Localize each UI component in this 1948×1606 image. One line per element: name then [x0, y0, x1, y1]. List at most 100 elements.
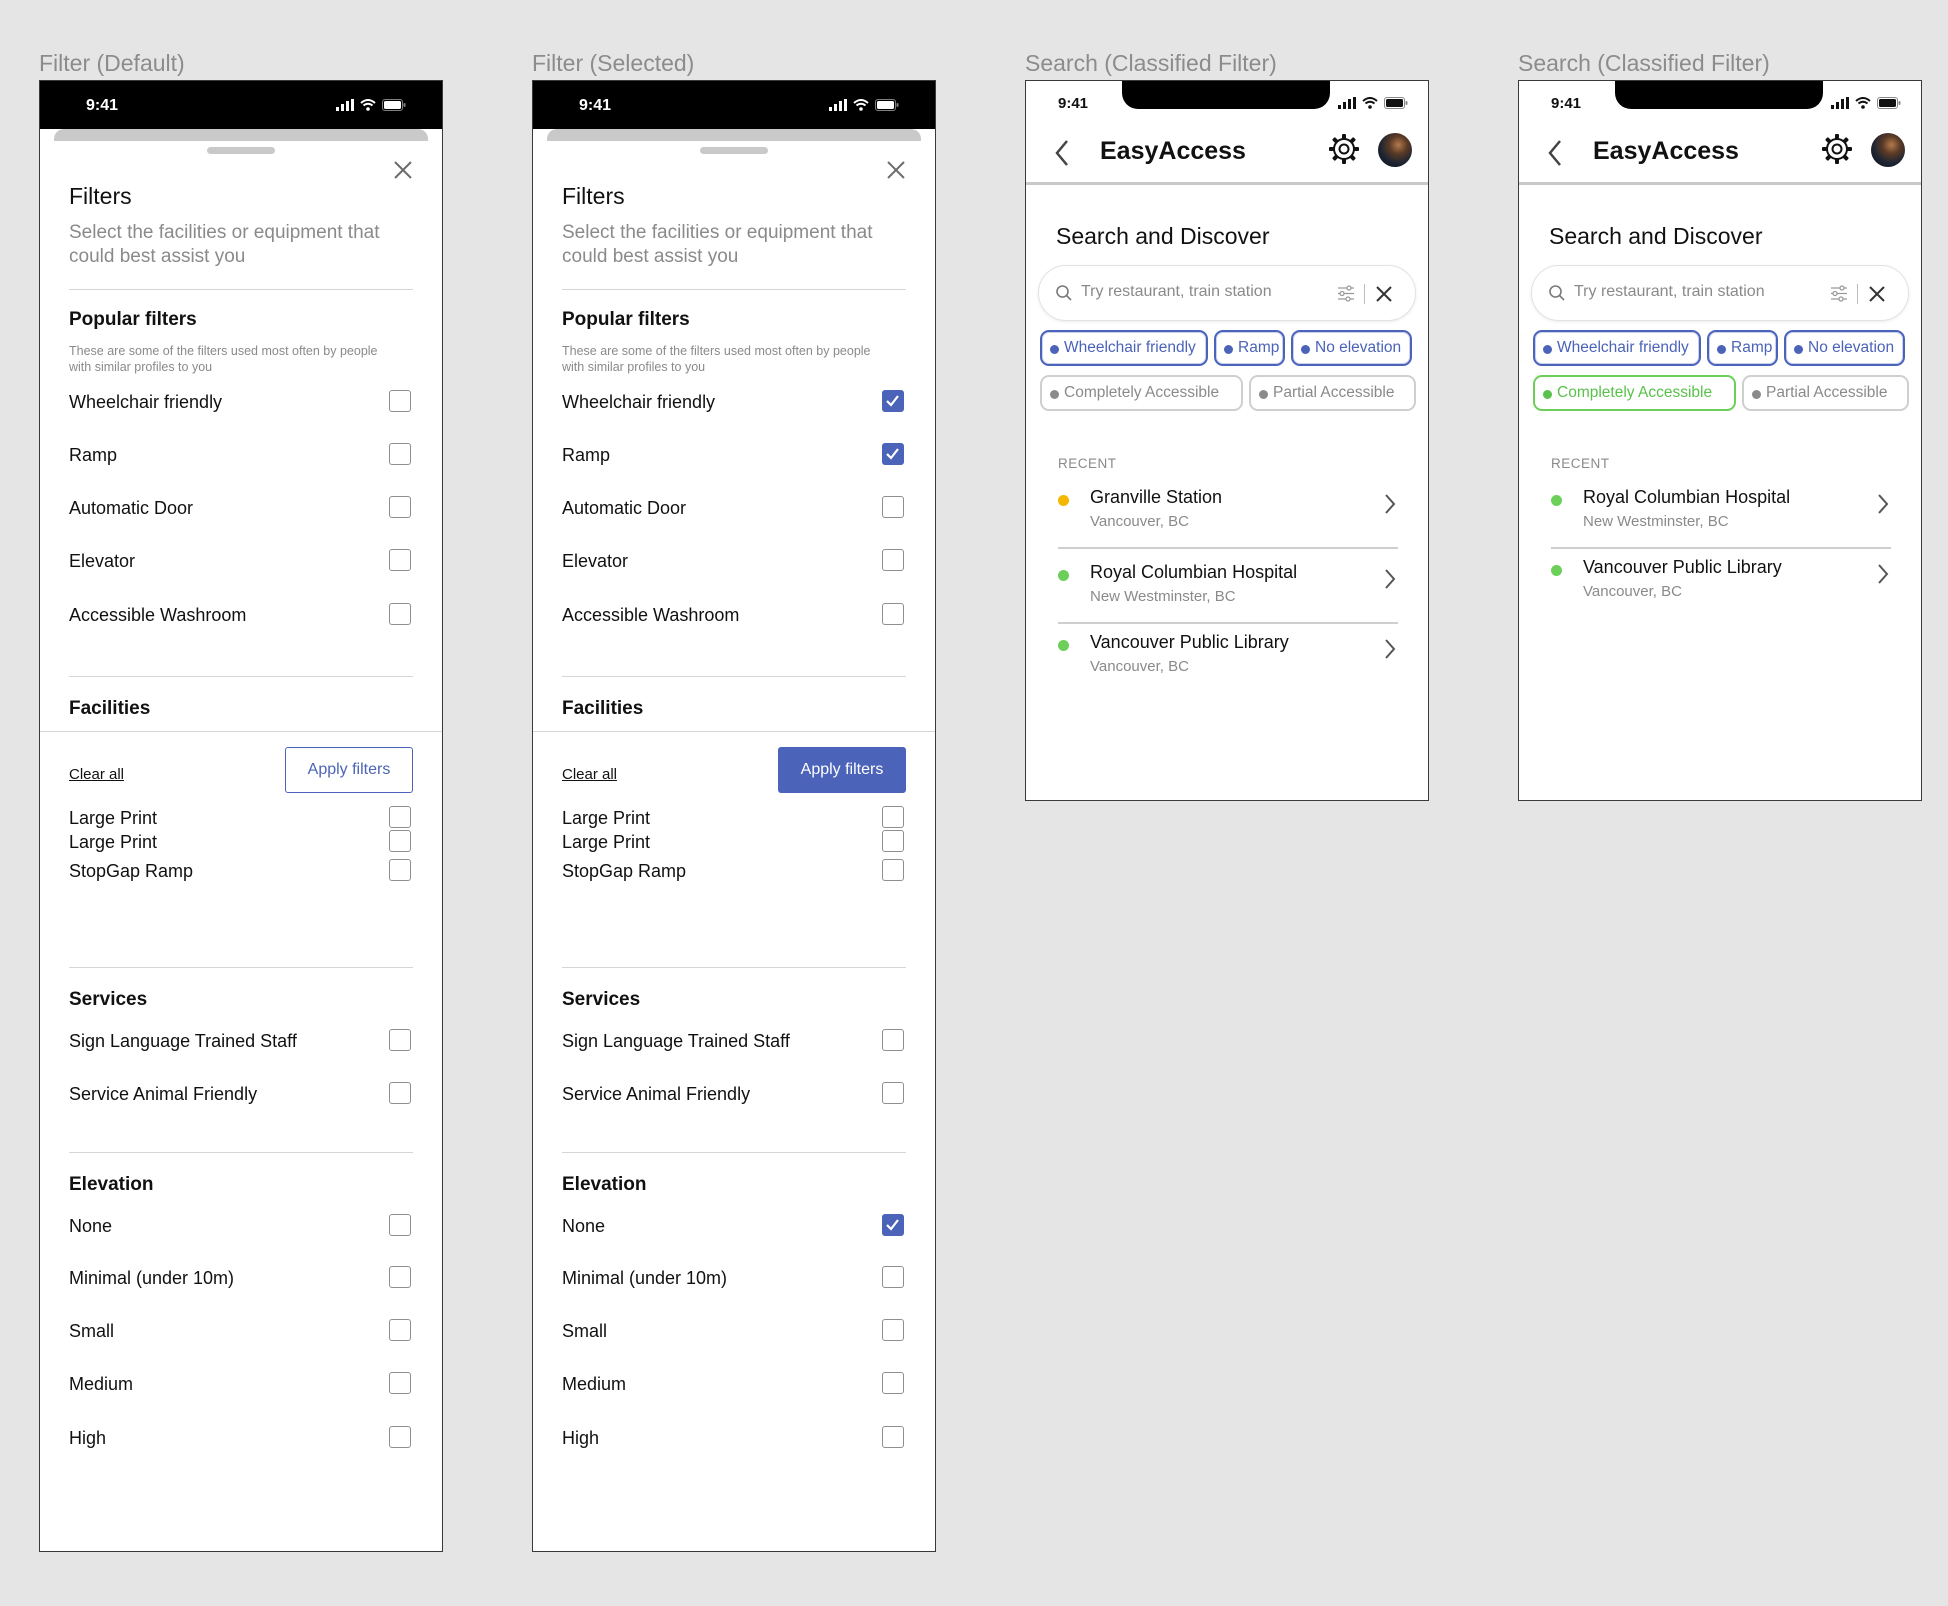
checkbox[interactable]	[882, 859, 904, 881]
checkbox[interactable]	[389, 1319, 411, 1341]
clear-all-link[interactable]: Clear all	[69, 766, 124, 783]
sliders-icon[interactable]	[1337, 285, 1355, 302]
avatar[interactable]	[1378, 133, 1412, 167]
filter-option[interactable]: Ramp	[562, 441, 906, 469]
checkbox[interactable]	[389, 1372, 411, 1394]
filter-option[interactable]: Accessible Washroom	[562, 601, 906, 629]
back-chevron-icon[interactable]	[1545, 137, 1565, 169]
place-city: Vancouver, BC	[1090, 658, 1189, 675]
filter-option[interactable]: High	[562, 1424, 906, 1452]
recent-place-item[interactable]: Royal Columbian Hospital New Westminster,…	[1058, 560, 1398, 618]
drag-handle[interactable]	[207, 147, 275, 154]
clear-search-icon[interactable]	[1375, 285, 1393, 303]
filter-option-label: StopGap Ramp	[562, 861, 687, 881]
back-chevron-icon[interactable]	[1052, 137, 1072, 169]
checkbox[interactable]	[882, 549, 904, 571]
filter-option[interactable]: Ramp	[69, 441, 413, 469]
checkbox[interactable]	[389, 859, 411, 881]
filter-option[interactable]: Minimal (under 10m)	[562, 1264, 906, 1292]
apply-filters-button[interactable]: Apply filters	[285, 747, 413, 793]
sliders-icon[interactable]	[1830, 285, 1848, 302]
search-input[interactable]: Try restaurant, train station	[1038, 265, 1416, 321]
checkbox[interactable]	[882, 1372, 904, 1394]
filter-option[interactable]: Large Print	[69, 804, 413, 832]
checkbox[interactable]	[389, 549, 411, 571]
checkbox[interactable]	[882, 1319, 904, 1341]
filter-option[interactable]: Wheelchair friendly	[69, 388, 413, 416]
filter-option[interactable]: None	[69, 1212, 413, 1240]
classification-chip[interactable]: Partial Accessible	[1742, 375, 1909, 411]
accessibility-status-dot	[1551, 565, 1562, 576]
checkbox[interactable]	[389, 496, 411, 518]
filter-chip[interactable]: No elevation	[1291, 330, 1412, 366]
classification-chip[interactable]: Completely Accessible	[1040, 375, 1243, 411]
chip-dot	[1752, 390, 1761, 399]
filter-option[interactable]: None	[562, 1212, 906, 1240]
checkbox[interactable]	[389, 1082, 411, 1104]
close-icon[interactable]	[885, 159, 907, 181]
search-placeholder: Try restaurant, train station	[1574, 283, 1765, 300]
phone-search-2: 9:41 EasyAccess Search and Discover Try res…	[1518, 80, 1922, 801]
filter-option[interactable]: Sign Language Trained Staff	[562, 1027, 906, 1055]
drag-handle[interactable]	[700, 147, 768, 154]
filter-chip[interactable]: Ramp	[1707, 330, 1778, 366]
divider	[562, 1152, 906, 1153]
checkbox[interactable]	[882, 806, 904, 828]
checkbox[interactable]	[882, 603, 904, 625]
classification-chip[interactable]: Completely Accessible	[1533, 375, 1736, 411]
filter-option[interactable]: Wheelchair friendly	[562, 388, 906, 416]
filter-option[interactable]: Automatic Door	[69, 494, 413, 522]
filter-option[interactable]: Minimal (under 10m)	[69, 1264, 413, 1292]
checkbox[interactable]	[882, 1214, 904, 1236]
checkbox[interactable]	[882, 1266, 904, 1288]
gear-icon[interactable]	[1821, 133, 1853, 165]
avatar[interactable]	[1871, 133, 1905, 167]
filter-chip[interactable]: Wheelchair friendly	[1040, 330, 1208, 366]
filter-option[interactable]: StopGap Ramp	[69, 857, 413, 885]
filter-option[interactable]: Sign Language Trained Staff	[69, 1027, 413, 1055]
filter-option[interactable]: StopGap Ramp	[562, 857, 906, 885]
checkbox[interactable]	[389, 1266, 411, 1288]
filter-option[interactable]: High	[69, 1424, 413, 1452]
close-icon[interactable]	[392, 159, 414, 181]
checkbox[interactable]	[882, 443, 904, 465]
filter-option[interactable]: Small	[69, 1317, 413, 1345]
checkbox[interactable]	[389, 443, 411, 465]
filter-option[interactable]: Service Animal Friendly	[69, 1080, 413, 1108]
checkbox[interactable]	[882, 1426, 904, 1448]
filter-option[interactable]: Elevator	[562, 547, 906, 575]
clear-all-link[interactable]: Clear all	[562, 766, 617, 783]
filter-option[interactable]: Service Animal Friendly	[562, 1080, 906, 1108]
filter-option[interactable]: Automatic Door	[562, 494, 906, 522]
recent-place-item[interactable]: Granville Station Vancouver, BC	[1058, 485, 1398, 543]
recent-place-item[interactable]: Vancouver Public Library Vancouver, BC	[1058, 630, 1398, 688]
recent-place-item[interactable]: Vancouver Public Library Vancouver, BC	[1551, 555, 1891, 613]
filter-option[interactable]: Medium	[562, 1370, 906, 1398]
checkbox[interactable]	[389, 390, 411, 412]
filter-option[interactable]: Accessible Washroom	[69, 601, 413, 629]
battery-icon	[382, 99, 406, 111]
search-input[interactable]: Try restaurant, train station	[1531, 265, 1909, 321]
filter-option[interactable]: Large Print	[562, 804, 906, 832]
gear-icon[interactable]	[1328, 133, 1360, 165]
apply-filters-button[interactable]: Apply filters	[778, 747, 906, 793]
filter-option[interactable]: Small	[562, 1317, 906, 1345]
checkbox[interactable]	[389, 1029, 411, 1051]
checkbox[interactable]	[882, 496, 904, 518]
checkbox[interactable]	[389, 1214, 411, 1236]
checkbox[interactable]	[389, 1426, 411, 1448]
filter-option[interactable]: Elevator	[69, 547, 413, 575]
checkbox[interactable]	[389, 806, 411, 828]
notch	[1615, 81, 1823, 109]
filter-option[interactable]: Medium	[69, 1370, 413, 1398]
filter-chip[interactable]: Wheelchair friendly	[1533, 330, 1701, 366]
recent-place-item[interactable]: Royal Columbian Hospital New Westminster,…	[1551, 485, 1891, 543]
checkbox[interactable]	[882, 1029, 904, 1051]
clear-search-icon[interactable]	[1868, 285, 1886, 303]
classification-chip[interactable]: Partial Accessible	[1249, 375, 1416, 411]
filter-chip[interactable]: No elevation	[1784, 330, 1905, 366]
checkbox[interactable]	[882, 390, 904, 412]
filter-chip[interactable]: Ramp	[1214, 330, 1285, 366]
checkbox[interactable]	[389, 603, 411, 625]
checkbox[interactable]	[882, 1082, 904, 1104]
